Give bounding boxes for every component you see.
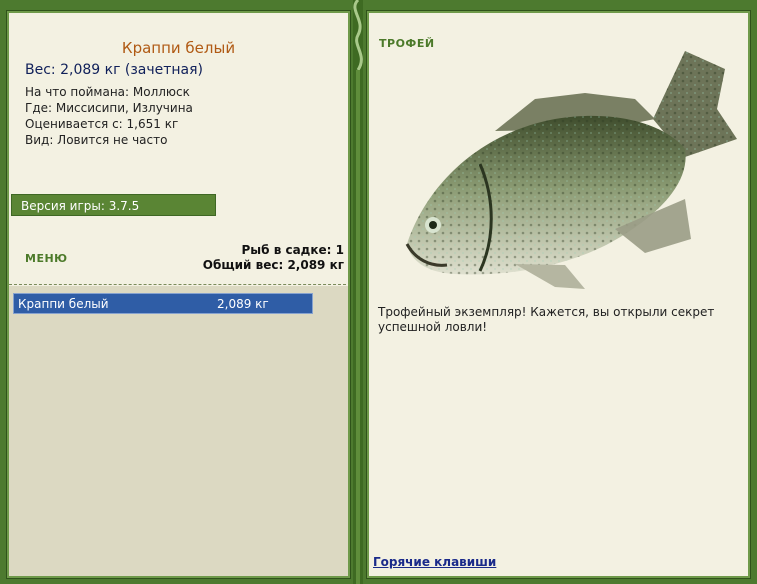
version-bar: Версия игры: 3.7.5 xyxy=(11,194,216,216)
hotkeys-link[interactable]: Горячие клавиши xyxy=(373,555,496,569)
catch-list-item[interactable]: Краппи белый 2,089 кг xyxy=(13,293,313,314)
vine-divider xyxy=(353,0,363,584)
catch-list: Краппи белый 2,089 кг xyxy=(9,286,348,576)
trophy-panel: ТРОФЕЙ Трофейный экземпляр! Кажется, вы … xyxy=(366,10,751,579)
trophy-message: Трофейный экземпляр! Кажется, вы открыли… xyxy=(378,305,715,334)
keepnet-stats: Рыб в садке: 1 Общий вес: 2,089 кг xyxy=(203,243,344,273)
menu-button[interactable]: МЕНЮ xyxy=(25,252,68,265)
fish-info-panel: Краппи белый Вес: 2,089 кг (зачетная) На… xyxy=(6,10,351,579)
rarity-info: Вид: Ловится не часто xyxy=(25,133,168,147)
location-info: Где: Миссисипи, Излучина xyxy=(25,101,193,115)
bait-info: На что поймана: Моллюск xyxy=(25,85,190,99)
fish-title: Краппи белый xyxy=(121,39,236,57)
keepnet-total-weight: Общий вес: 2,089 кг xyxy=(202,258,344,272)
fish-weight: Вес: 2,089 кг (зачетная) xyxy=(25,62,204,78)
keepnet-count: Рыб в садке: 1 xyxy=(241,243,345,257)
catch-item-weight: 2,089 кг xyxy=(217,297,269,311)
divider xyxy=(9,284,346,285)
catch-item-name: Краппи белый xyxy=(18,297,109,311)
fish-illustration xyxy=(405,51,737,289)
valued-from-info: Оценивается с: 1,651 кг xyxy=(25,117,179,131)
